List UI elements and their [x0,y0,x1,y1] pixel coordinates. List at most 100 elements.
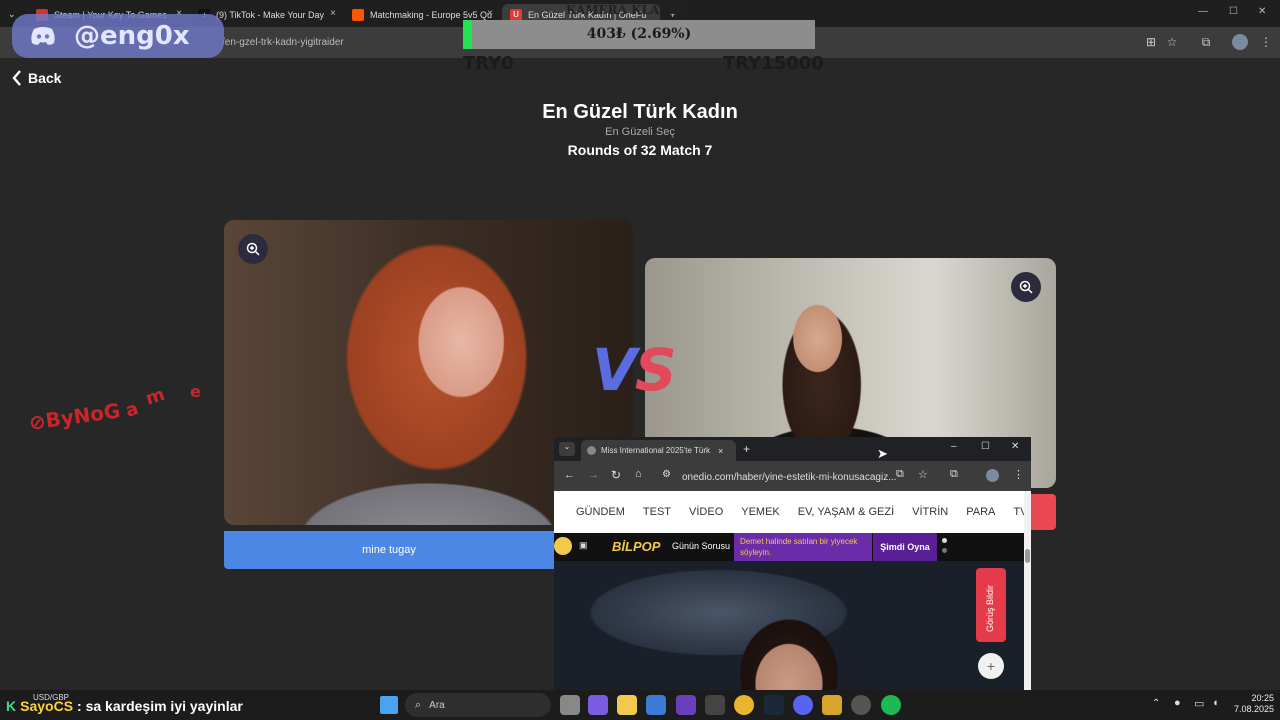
menu-kebab-icon[interactable]: ⋮ [1013,468,1024,481]
xbox-icon[interactable] [676,695,696,715]
question-label: Günün Sorusu [672,541,731,551]
discord-username: @eng0x [74,21,190,51]
nav-item-gundem[interactable]: GÜNDEM [576,506,625,518]
close-icon[interactable]: × [718,446,723,456]
extensions-icon[interactable]: ⧉ [950,468,958,481]
onefu-icon: U [510,8,522,21]
search-placeholder: Ara [429,699,445,711]
svg-text:⊘ByNoG: ⊘ByNoG [30,398,122,435]
taskbar-search[interactable]: ⌕ Ara [405,693,551,717]
popup-scrollbar[interactable] [1024,491,1031,690]
profile-avatar[interactable] [986,469,999,482]
chrome-icon[interactable] [734,695,754,715]
feedback-button[interactable]: Görüş Bildir [976,568,1006,642]
obs-icon[interactable] [851,695,871,715]
discord-icon [31,27,55,45]
bilpop-brand: BİLPOP [612,539,661,554]
round-info: Rounds of 32 Match 7 [567,142,713,158]
faceit-icon [352,8,364,21]
scroll-up-icon[interactable]: + [978,653,1004,679]
minimize-icon[interactable]: – [951,441,957,452]
plus-icon[interactable]: + [743,442,750,456]
close-window-icon[interactable]: ✕ [1258,6,1266,17]
close-icon[interactable]: × [330,8,336,19]
taskbar-clock[interactable]: 20:25 7.08.2025 [1228,693,1274,715]
volume-icon[interactable]: ◖ [1212,697,1219,709]
popup-tabbar: ⌄ Miss International 2025'te Türk × + – … [554,437,1031,461]
scrollbar-thumb[interactable] [1025,549,1030,563]
windows-start-icon[interactable] [380,696,398,714]
home-icon[interactable]: ⌂ [635,468,642,480]
url-field[interactable]: /en-gzel-trk-kadn-yigitraider [222,37,344,48]
popup-browser-window[interactable]: ⌄ Miss International 2025'te Türk × + – … [554,437,1031,690]
store-icon[interactable] [646,695,666,715]
maximize-icon[interactable]: ☐ [1229,6,1238,17]
site-navigation: GÜNDEM TEST VİDEO YEMEK EV, YAŞAM & GEZİ… [554,491,1031,533]
bookmark-star-icon[interactable]: ☆ [918,468,928,481]
bilpop-banner[interactable]: ▣ BİLPOP Günün Sorusu Demet halinde satı… [554,533,1024,561]
back-button[interactable]: Back [12,70,61,86]
translate-icon[interactable]: ⊞ [1142,33,1160,51]
svg-text:a: a [123,398,141,422]
clock-date: 7.08.2025 [1233,704,1274,714]
app-icon[interactable] [705,695,725,715]
arrow-left-icon[interactable]: ← [564,469,575,481]
clock-time: 20:25 [1251,693,1274,703]
copilot-icon[interactable] [588,695,608,715]
onedio-icon [587,446,596,455]
close-window-icon[interactable]: ✕ [1011,441,1019,452]
maximize-icon[interactable]: ☐ [981,441,990,452]
chevron-down-icon: ⌄ [8,9,16,19]
reload-icon[interactable]: ↻ [611,468,621,482]
arrow-right-icon[interactable]: → [588,469,599,481]
popup-url-field[interactable]: onedio.com/haber/yine-estetik-mi-konusac… [682,472,897,483]
game-icon [554,537,572,555]
nav-item-test[interactable]: TEST [643,506,671,518]
zoom-in-icon[interactable] [238,234,268,264]
donation-title: KAMERA KLAVYE [566,3,686,17]
search-icon: ⌕ [415,698,422,711]
discord-taskbar-icon[interactable] [793,695,813,715]
popup-tab-title: Miss International 2025'te Türk [601,446,710,455]
left-contestant-button[interactable]: mine tugay [224,531,554,569]
menu-kebab-icon[interactable]: ⋮ [1257,33,1275,51]
chevron-down-icon[interactable]: ⌄ [559,442,575,456]
discord-overlay: @eng0x [12,14,224,58]
close-icon[interactable]: × [487,8,493,19]
bookmark-star-icon[interactable]: ☆ [1163,33,1181,51]
zoom-in-icon[interactable] [1011,272,1041,302]
microphone-icon[interactable]: ● [1174,697,1181,709]
nav-item-yemek[interactable]: YEMEK [741,506,780,518]
spotify-icon[interactable] [881,695,901,715]
bynogame-logo: ⊘ByNoG a m e [30,385,201,435]
profile-avatar[interactable] [1232,34,1248,50]
nav-item-para[interactable]: PARA [966,506,995,518]
network-icon[interactable]: ▭ [1194,697,1204,710]
file-explorer-icon[interactable] [617,695,637,715]
nav-item-vitrin[interactable]: VİTRİN [912,506,948,518]
app-icon[interactable] [822,695,842,715]
install-icon[interactable]: ⧉ [896,468,904,481]
question-text: Demet halinde satılan bir yiyecek söyley… [734,533,872,561]
vs-s: S [634,336,677,404]
stream-chat-message: K SayoCS : sa kardeşim iyi yayinlar [6,698,243,714]
carousel-dot[interactable] [942,548,947,553]
tab-label: Matchmaking - Europe 5v5 Qu [370,9,493,20]
chevron-left-icon [12,70,21,86]
right-contestant-button[interactable] [1031,494,1056,530]
task-view-icon[interactable] [560,695,580,715]
mouse-cursor-icon: ➤ [877,446,888,461]
extensions-icon[interactable]: ⧉ [1197,33,1215,51]
donation-progress-bar: 403₺ (2.69%) [463,20,815,49]
nav-item-ev-yasam[interactable]: EV, YAŞAM & GEZİ [798,506,894,518]
site-info-icon[interactable]: ⚙ [662,469,671,480]
popup-address-bar: ← → ↻ ⌂ ⚙ onedio.com/haber/yine-estetik-… [554,461,1031,491]
popup-tab[interactable]: Miss International 2025'te Türk × [581,440,736,461]
nav-item-video[interactable]: VİDEO [689,506,723,518]
donation-min: TRY0 [463,53,514,74]
chevron-up-icon[interactable]: ⌃ [1152,698,1160,709]
steam-icon[interactable] [764,695,784,715]
carousel-dot[interactable] [942,538,947,543]
minimize-icon[interactable]: — [1198,6,1208,17]
play-now-button[interactable]: Şimdi Oyna [873,533,937,561]
